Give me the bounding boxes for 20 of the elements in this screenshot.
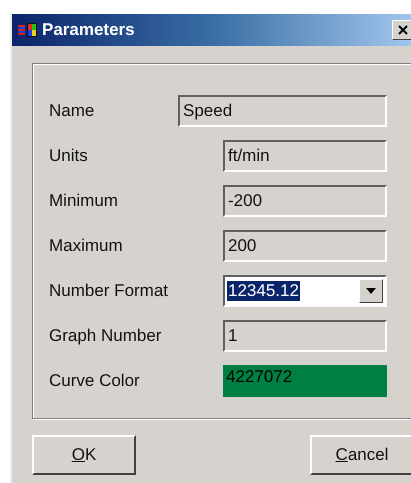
ok-button[interactable]: OK <box>32 435 136 475</box>
window-title: Parameters <box>42 20 135 40</box>
field-label: Curve Color <box>49 370 140 390</box>
input-field[interactable]: 1 <box>223 320 387 352</box>
field-label: Minimum <box>49 190 118 210</box>
field-label: Graph Number <box>49 326 162 346</box>
close-icon <box>398 25 408 35</box>
app-icon <box>18 22 38 38</box>
input-field[interactable]: -200 <box>223 184 387 216</box>
field-label: Name <box>49 100 94 120</box>
dropdown-field[interactable]: 12345.12 <box>223 274 387 306</box>
field-label: Units <box>49 146 88 166</box>
field-label: Number Format <box>49 280 168 300</box>
cancel-button[interactable]: Cancel <box>310 435 411 475</box>
field-label: Maximum <box>49 236 123 256</box>
input-field[interactable]: Speed <box>178 94 387 126</box>
color-field[interactable]: 4227072 <box>223 364 387 396</box>
close-button[interactable] <box>392 20 411 40</box>
input-field[interactable]: 200 <box>223 230 387 262</box>
input-field[interactable]: ft/min <box>223 140 387 172</box>
